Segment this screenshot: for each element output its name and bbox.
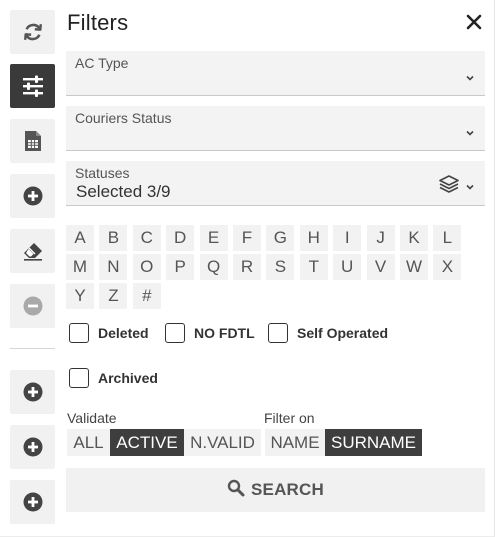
letter-filter-hash[interactable]: # bbox=[132, 283, 161, 309]
plus-circle-icon bbox=[23, 186, 43, 206]
refresh-button[interactable] bbox=[10, 10, 55, 54]
no-fdtl-label: NO FDTL bbox=[194, 325, 255, 341]
checkbox-box[interactable] bbox=[165, 323, 185, 343]
toolbar-divider bbox=[10, 348, 55, 349]
layers-icon bbox=[439, 175, 459, 198]
ac-type-select[interactable]: AC Type bbox=[66, 51, 485, 96]
clear-filters-button[interactable] bbox=[10, 229, 55, 273]
couriers-status-select[interactable]: Couriers Status bbox=[66, 106, 485, 151]
letter-filter-q[interactable]: Q bbox=[199, 254, 228, 280]
letter-filter-w[interactable]: W bbox=[400, 254, 428, 280]
letter-filter-l[interactable]: L bbox=[433, 225, 462, 251]
filter-on-surname-option[interactable]: SURNAME bbox=[325, 429, 422, 456]
letter-filter-x[interactable]: X bbox=[433, 254, 462, 280]
chevron-down-icon bbox=[465, 70, 475, 81]
validate-nvalid-option[interactable]: N.VALID bbox=[184, 429, 261, 456]
statuses-value: Selected 3/9 bbox=[76, 182, 171, 201]
sliders-icon bbox=[21, 75, 45, 97]
letter-filter-f[interactable]: F bbox=[233, 225, 261, 251]
plus-circle-icon bbox=[23, 382, 43, 402]
letter-filter-u[interactable]: U bbox=[333, 254, 362, 280]
checkbox-box[interactable] bbox=[69, 323, 89, 343]
letter-filter-m[interactable]: M bbox=[66, 254, 94, 280]
checkbox-box[interactable] bbox=[268, 323, 288, 343]
plus-circle-icon bbox=[23, 437, 43, 457]
letter-filter-i[interactable]: I bbox=[333, 225, 362, 251]
letter-filter-p[interactable]: P bbox=[166, 254, 195, 280]
statuses-select[interactable]: Statuses Selected 3/9 bbox=[66, 161, 485, 206]
letter-filter-d[interactable]: D bbox=[166, 225, 195, 251]
archived-label: Archived bbox=[98, 370, 158, 386]
deleted-label: Deleted bbox=[98, 325, 149, 341]
letter-filter-e[interactable]: E bbox=[199, 225, 228, 251]
close-icon bbox=[464, 14, 484, 36]
self-operated-label: Self Operated bbox=[297, 325, 389, 341]
eraser-icon bbox=[21, 241, 45, 261]
search-icon bbox=[227, 479, 245, 502]
archived-checkbox[interactable]: Archived bbox=[69, 368, 158, 388]
panel-title: Filters bbox=[67, 10, 129, 35]
letter-filter-n[interactable]: N bbox=[99, 254, 128, 280]
deleted-checkbox[interactable]: Deleted bbox=[69, 323, 149, 343]
letter-filter-g[interactable]: G bbox=[266, 225, 295, 251]
validate-label: Validate bbox=[67, 410, 117, 426]
validate-active-option[interactable]: ACTIVE bbox=[110, 429, 184, 456]
search-label: SEARCH bbox=[251, 480, 324, 499]
plus-circle-icon bbox=[23, 492, 43, 512]
letter-filter-y[interactable]: Y bbox=[66, 283, 94, 309]
add-button-1[interactable] bbox=[10, 370, 55, 414]
letter-filter-j[interactable]: J bbox=[366, 225, 395, 251]
add-button-3[interactable] bbox=[10, 480, 55, 524]
chevron-down-icon bbox=[465, 125, 475, 136]
filters-panel: Filters AC Type Couriers Status Statuses… bbox=[0, 0, 495, 537]
couriers-status-label: Couriers Status bbox=[75, 110, 172, 126]
letter-filter-t[interactable]: T bbox=[299, 254, 328, 280]
validate-all-option[interactable]: ALL bbox=[67, 429, 110, 456]
letter-filter-s[interactable]: S bbox=[266, 254, 295, 280]
self-operated-checkbox[interactable]: Self Operated bbox=[268, 323, 388, 343]
remove-button[interactable] bbox=[10, 284, 55, 328]
letter-filter-h[interactable]: H bbox=[299, 225, 328, 251]
checkbox-box[interactable] bbox=[69, 368, 89, 388]
search-button[interactable]: SEARCH bbox=[66, 468, 485, 512]
ac-type-label: AC Type bbox=[75, 55, 129, 71]
letter-filter-r[interactable]: R bbox=[233, 254, 261, 280]
filter-on-name-option[interactable]: NAME bbox=[265, 429, 325, 456]
close-button[interactable] bbox=[464, 12, 484, 32]
add-button[interactable] bbox=[10, 174, 55, 218]
letter-filter-c[interactable]: C bbox=[132, 225, 161, 251]
filters-button[interactable] bbox=[10, 64, 55, 108]
minus-circle-icon bbox=[23, 296, 43, 316]
statuses-label: Statuses bbox=[75, 165, 130, 181]
export-spreadsheet-button[interactable] bbox=[10, 119, 55, 163]
letter-filter-v[interactable]: V bbox=[366, 254, 395, 280]
chevron-down-icon bbox=[465, 179, 475, 190]
no-fdtl-checkbox[interactable]: NO FDTL bbox=[165, 323, 255, 343]
filter-on-label: Filter on bbox=[264, 410, 315, 426]
letter-filter-k[interactable]: K bbox=[400, 225, 428, 251]
left-toolbar bbox=[0, 0, 60, 537]
refresh-icon bbox=[22, 21, 44, 43]
letter-filter-z[interactable]: Z bbox=[99, 283, 128, 309]
letter-filter-b[interactable]: B bbox=[99, 225, 128, 251]
add-button-2[interactable] bbox=[10, 425, 55, 469]
letter-filter-o[interactable]: O bbox=[132, 254, 161, 280]
letter-filter-a[interactable]: A bbox=[66, 225, 94, 251]
spreadsheet-icon bbox=[24, 130, 42, 152]
